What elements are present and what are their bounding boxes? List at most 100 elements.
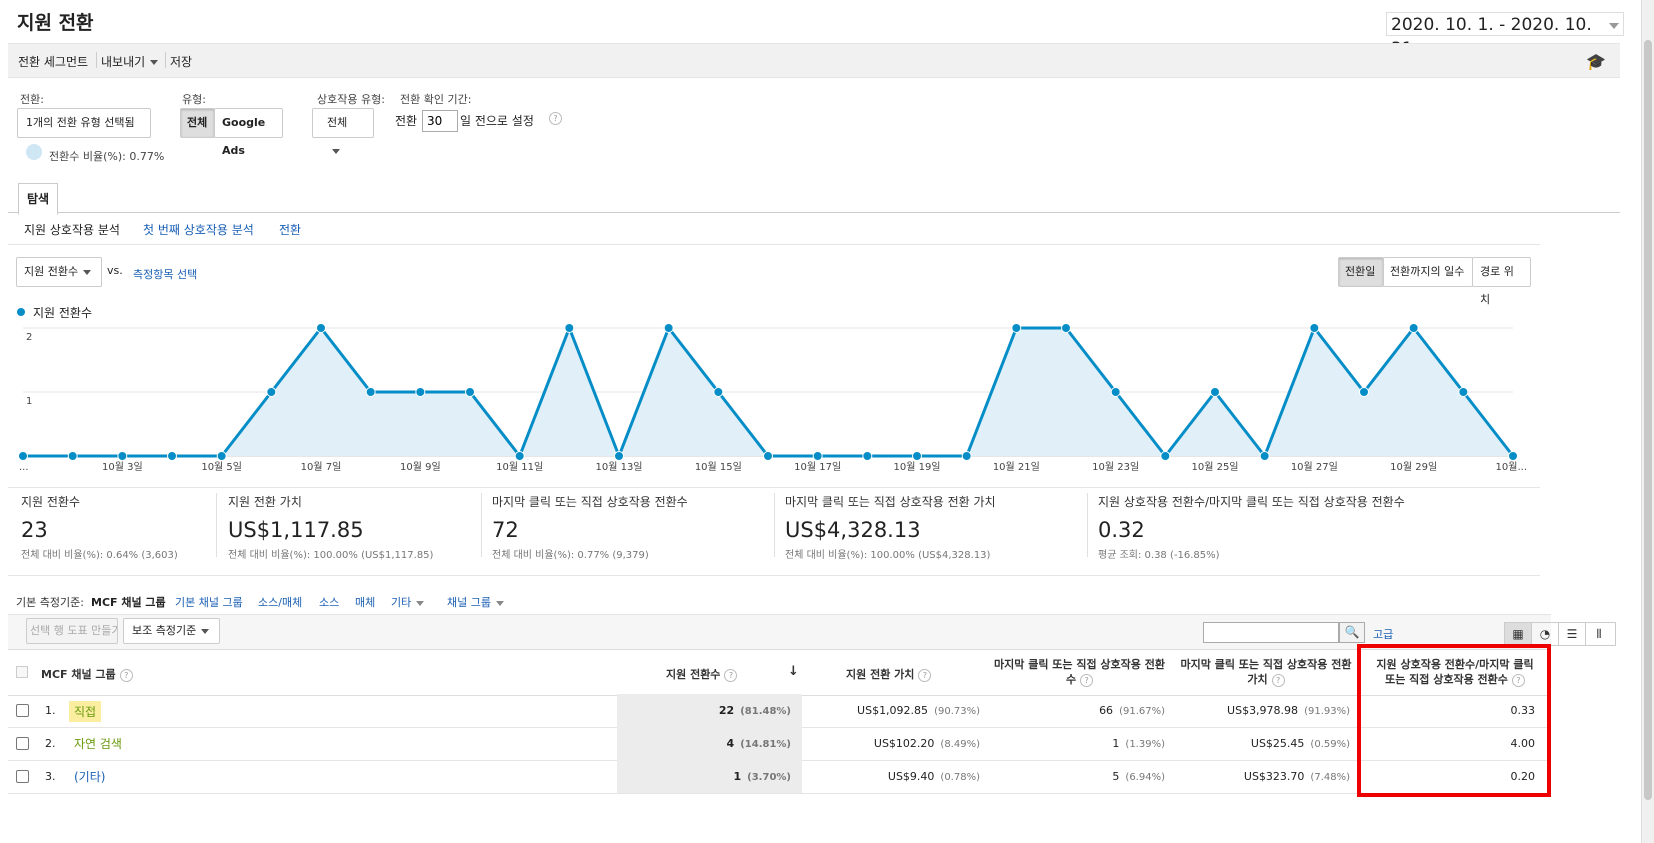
chevron-down-icon bbox=[416, 600, 425, 606]
advanced-filter-link[interactable]: 고급 bbox=[1373, 626, 1393, 642]
divider bbox=[8, 487, 1540, 488]
table-row: 2. 자연 검색 4 (14.81%) US$102.20 (8.49%) 1 (1.… bbox=[8, 727, 1551, 761]
chevron-down-icon bbox=[495, 600, 504, 606]
view-days-to-conversion-button[interactable]: 전환까지의 일수 bbox=[1383, 257, 1473, 287]
data-point bbox=[1110, 387, 1121, 397]
cell-percent: (14.81%) bbox=[740, 739, 791, 750]
x-tick-label: 10월... bbox=[1496, 461, 1527, 473]
channel-link[interactable]: (기타) bbox=[74, 768, 105, 785]
grid-view-icon[interactable]: ▦ bbox=[1505, 623, 1532, 645]
metric-value: 23 bbox=[21, 518, 48, 542]
dimension-source[interactable]: 소스 bbox=[319, 594, 339, 610]
x-tick-label: 10월 27일 bbox=[1291, 461, 1338, 473]
col-header-channel-label: MCF 채널 그룹 bbox=[41, 668, 116, 681]
plot-rows-button[interactable]: 선택 행 도표 만들기 bbox=[26, 618, 118, 644]
metric-title: 지원 상호작용 전환수/마지막 클릭 또는 직접 상호작용 전환수 bbox=[1098, 495, 1405, 509]
table-row: 1. 직접 22 (81.48%) US$1,092.85 (90.73%) 66 (… bbox=[8, 694, 1551, 728]
metric-sub: 전체 대비 비율(%): 0.77% (9,379) bbox=[492, 550, 649, 561]
metric-select[interactable]: 지원 전환수 bbox=[16, 257, 102, 287]
x-tick-label: 10월 19일 bbox=[893, 461, 940, 473]
metric-pick-link[interactable]: 측정항목 선택 bbox=[133, 266, 197, 282]
row-checkbox[interactable] bbox=[16, 770, 29, 783]
view-by-date-button[interactable]: 전환일 bbox=[1338, 257, 1384, 287]
view-path-position-button[interactable]: 경로 위치 bbox=[1472, 257, 1531, 306]
line-chart: 2 1... 10월 3일 10월 5일 10월 7일 10월 9일 10월 11일 10월 … bbox=[18, 323, 1527, 473]
cell-assisted-value: US$1,092.85 (90.73%) bbox=[857, 704, 980, 717]
help-icon[interactable]: ? bbox=[549, 112, 562, 125]
x-tick-label: 10월 3일 bbox=[102, 461, 143, 473]
chevron-down-icon bbox=[201, 628, 210, 634]
cell-percent: (0.78%) bbox=[940, 772, 980, 783]
metric-value: 72 bbox=[492, 518, 519, 542]
data-point bbox=[67, 451, 78, 461]
chevron-down-icon bbox=[150, 60, 159, 65]
cell-value: 22 bbox=[718, 704, 735, 717]
channel-link[interactable]: 직접 bbox=[69, 701, 102, 722]
data-point bbox=[564, 323, 575, 333]
channel-link[interactable]: 자연 검색 bbox=[74, 735, 122, 752]
search-icon[interactable]: 🔍 bbox=[1339, 622, 1365, 643]
lookback-days-input[interactable] bbox=[422, 110, 458, 132]
col-header-channel: MCF 채널 그룹? bbox=[41, 666, 133, 682]
report-toolbar: 전환 세그먼트 내보내기 저장 🎓 bbox=[8, 43, 1620, 78]
graduation-cap-icon[interactable]: 🎓 bbox=[1586, 52, 1606, 71]
dimension-other-dropdown[interactable]: 기타 bbox=[391, 594, 425, 610]
cell-percent: (1.39%) bbox=[1125, 739, 1165, 750]
x-tick-label: 10월 9일 bbox=[400, 461, 441, 473]
divider bbox=[774, 493, 775, 557]
metric-ratio: 지원 상호작용 전환수/마지막 클릭 또는 직접 상호작용 전환수 0.32 평… bbox=[1098, 493, 1405, 561]
help-icon[interactable]: ? bbox=[918, 668, 932, 682]
help-icon[interactable]: ? bbox=[119, 668, 133, 682]
data-point bbox=[316, 323, 326, 333]
subtab-assist-analysis[interactable]: 지원 상호작용 분석 bbox=[24, 221, 120, 238]
row-checkbox[interactable] bbox=[16, 704, 29, 717]
dimension-label: 기본 측정기준: bbox=[16, 596, 84, 609]
pie-view-icon[interactable]: ◔ bbox=[1532, 623, 1559, 645]
data-point bbox=[514, 451, 525, 461]
data-point bbox=[216, 451, 227, 461]
table-search-input[interactable] bbox=[1203, 622, 1339, 643]
sort-desc-icon[interactable]: ↓ bbox=[788, 664, 799, 679]
data-point bbox=[1309, 323, 1320, 333]
tab-explore[interactable]: 탐색 bbox=[18, 183, 58, 215]
subtab-first-interaction[interactable]: 첫 번째 상호작용 분석 bbox=[143, 221, 254, 238]
data-point bbox=[912, 451, 922, 461]
y-tick-label: 2 bbox=[26, 332, 32, 343]
data-point bbox=[465, 387, 475, 397]
bar-view-icon[interactable]: ☰ bbox=[1559, 623, 1586, 645]
interaction-type-select[interactable]: 전체 bbox=[312, 108, 374, 154]
dimension-channel-group-dropdown[interactable]: 채널 그룹 bbox=[447, 594, 504, 610]
x-tick-label: 10월 5일 bbox=[201, 461, 242, 473]
data-point bbox=[117, 451, 128, 461]
help-icon[interactable]: ? bbox=[1271, 673, 1285, 687]
dimension-current: MCF 채널 그룹 bbox=[91, 596, 166, 609]
subtab-conversion[interactable]: 전환 bbox=[279, 221, 301, 238]
legend-label: 지원 전환수 bbox=[33, 306, 93, 320]
segment-button[interactable]: 전환 세그먼트 bbox=[18, 53, 88, 70]
conversion-type-select[interactable]: 1개의 전환 유형 선택됨 bbox=[17, 108, 151, 154]
data-point bbox=[713, 387, 724, 397]
row-checkbox[interactable] bbox=[16, 737, 29, 750]
type-all-button[interactable]: 전체 bbox=[180, 108, 215, 138]
data-point bbox=[1061, 323, 1071, 333]
table-row: 3. (기타) 1 (3.70%) US$9.40 (0.78%) 5 (6.94%)… bbox=[8, 760, 1551, 794]
divider bbox=[1087, 493, 1088, 557]
cell-assisted-conversions: 1 (3.70%) bbox=[734, 770, 792, 783]
help-icon[interactable]: ? bbox=[1080, 673, 1094, 687]
dimension-default-channel[interactable]: 기본 채널 그룹 bbox=[175, 594, 243, 610]
type-google-ads-button[interactable]: Google Ads bbox=[214, 108, 283, 157]
divider bbox=[8, 575, 1540, 576]
secondary-dimension-select[interactable]: 보조 측정기준 bbox=[123, 618, 220, 644]
data-point bbox=[266, 387, 277, 397]
scrollbar-thumb[interactable] bbox=[1644, 40, 1652, 800]
dimension-medium[interactable]: 매체 bbox=[355, 594, 375, 610]
help-icon[interactable]: ? bbox=[724, 668, 738, 682]
comparison-view-icon[interactable]: ⫴ bbox=[1586, 623, 1612, 645]
export-button[interactable]: 내보내기 bbox=[101, 53, 159, 70]
save-button[interactable]: 저장 bbox=[170, 53, 192, 70]
dimension-source-medium[interactable]: 소스/매체 bbox=[258, 594, 302, 610]
select-all-checkbox[interactable] bbox=[16, 666, 28, 678]
cell-assisted-conversions: 22 (81.48%) bbox=[719, 704, 791, 717]
data-point bbox=[18, 451, 28, 461]
date-range-picker[interactable]: 2020. 10. 1. - 2020. 10. 31. bbox=[1386, 12, 1624, 59]
